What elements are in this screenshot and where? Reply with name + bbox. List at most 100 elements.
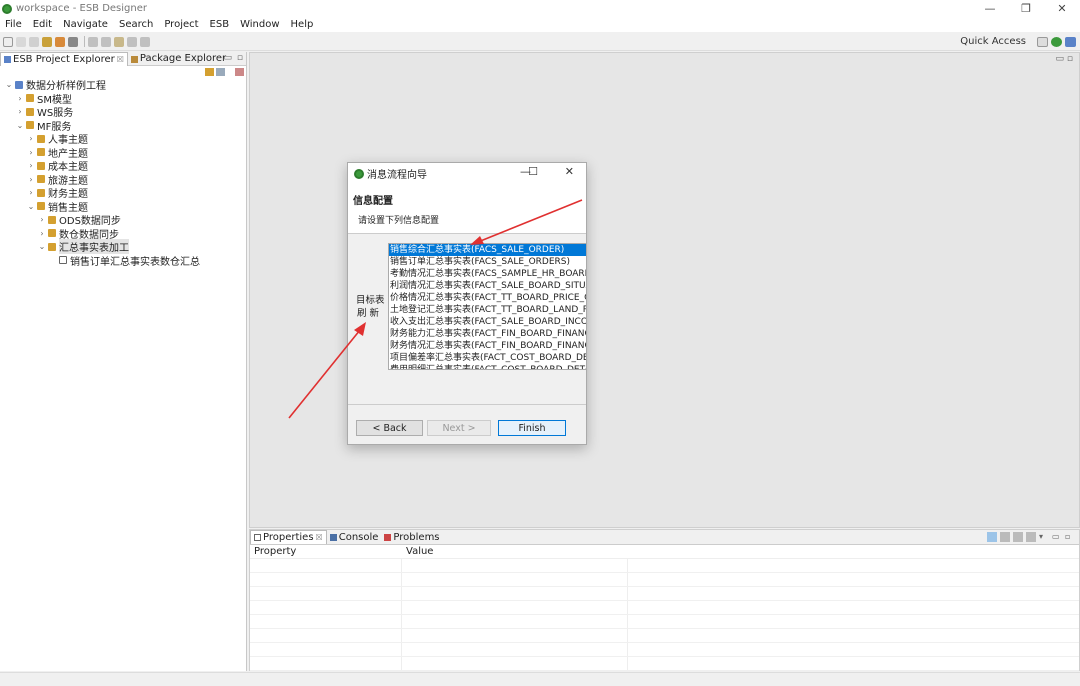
next-button[interactable]: Next > xyxy=(427,420,491,436)
minimize-button[interactable]: — xyxy=(972,0,1008,17)
menu-navigate[interactable]: Navigate xyxy=(58,19,114,30)
close-window-button[interactable]: ✕ xyxy=(1044,0,1080,17)
main-toolbar: Quick Access xyxy=(0,33,1080,51)
maximize-button[interactable]: ❐ xyxy=(1008,0,1044,17)
back-button[interactable]: < Back xyxy=(356,420,423,436)
tree-node[interactable]: › 旅游主题 xyxy=(0,173,246,187)
tree-node[interactable]: ⌄ 销售主题 xyxy=(0,200,246,214)
list-item[interactable]: 考勤情况汇总事实表(FACS_SAMPLE_HR_BOARD xyxy=(389,268,586,280)
link-editor-icon[interactable] xyxy=(205,68,214,76)
tree-node[interactable]: ⌄ 汇总事实表加工 xyxy=(0,239,246,255)
perspective-icon[interactable] xyxy=(1037,37,1048,47)
menu-window[interactable]: Window xyxy=(235,19,285,30)
tree-node[interactable]: 销售订单汇总事实表数仓汇总 xyxy=(0,254,246,268)
categories-icon[interactable] xyxy=(987,532,997,542)
list-item[interactable]: 利润情况汇总事实表(FACT_SALE_BOARD_SITUA xyxy=(389,280,586,292)
list-item[interactable]: 项目偏差率汇总事实表(FACT_COST_BOARD_DEV xyxy=(389,352,586,364)
build-icon[interactable] xyxy=(55,36,65,47)
tab-package-explorer[interactable]: Package Explorer xyxy=(128,52,229,66)
list-item[interactable]: 销售综合汇总事实表(FACS_SALE_ORDER) xyxy=(389,244,586,256)
editor-view-controls[interactable]: ▭ ▫ xyxy=(1056,54,1073,64)
menu-edit[interactable]: Edit xyxy=(28,19,58,30)
maximize-view-icon[interactable]: ▫ xyxy=(1065,532,1075,542)
wizard-footer: < Back Next > Finish xyxy=(348,404,586,444)
collapsed-chevron-icon[interactable]: › xyxy=(15,107,25,116)
tab-console[interactable]: Console xyxy=(327,530,382,544)
target-table-list[interactable]: 销售综合汇总事实表(FACS_SALE_ORDER) 销售订单汇总事实表(FACS… xyxy=(388,243,587,370)
new-icon[interactable] xyxy=(3,36,13,47)
esb-perspective-icon[interactable] xyxy=(1051,37,1062,47)
tree-node[interactable]: › SM模型 xyxy=(0,92,246,106)
dialog-maximize-button[interactable]: ☐ xyxy=(528,165,538,178)
list-item[interactable]: 财务能力汇总事实表(FACT_FIN_BOARD_FINANC xyxy=(389,328,586,340)
collapsed-chevron-icon[interactable]: › xyxy=(26,161,36,170)
console-icon xyxy=(329,533,337,541)
next-annotation-icon[interactable] xyxy=(88,36,98,47)
collapsed-chevron-icon[interactable]: › xyxy=(26,134,36,143)
collapsed-chevron-icon[interactable]: › xyxy=(37,229,47,238)
back-icon[interactable] xyxy=(127,36,137,47)
restore-default-icon[interactable] xyxy=(1026,532,1036,542)
menu-help[interactable]: Help xyxy=(286,19,320,30)
tree-node[interactable]: › 数仓数据同步 xyxy=(0,227,246,241)
java-perspective-icon[interactable] xyxy=(1065,37,1076,47)
run-icon[interactable] xyxy=(68,36,78,47)
open-folder-icon[interactable] xyxy=(42,36,52,47)
tab-label: ESB Project Explorer xyxy=(13,53,115,65)
collapsed-chevron-icon[interactable]: › xyxy=(15,94,25,103)
tree-node[interactable]: › 成本主题 xyxy=(0,159,246,173)
view-menu-icon[interactable] xyxy=(235,68,244,76)
collapse-all-icon[interactable] xyxy=(216,68,225,76)
list-item[interactable]: 价格情况汇总事实表(FACT_TT_BOARD_PRICE_C xyxy=(389,292,586,304)
tree-node[interactable]: › WS服务 xyxy=(0,105,246,119)
refresh-button[interactable]: 刷 新 xyxy=(357,305,379,319)
list-item[interactable]: 土地登记汇总事实表(FACT_TT_BOARD_LAND_R xyxy=(389,304,586,316)
close-icon[interactable]: ☒ xyxy=(316,530,323,545)
menu-esb[interactable]: ESB xyxy=(205,19,236,30)
tab-esb-project-explorer[interactable]: ESB Project Explorer ☒ xyxy=(0,52,128,66)
properties-row xyxy=(250,559,1079,573)
collapsed-chevron-icon[interactable]: › xyxy=(26,148,36,157)
expanded-chevron-icon[interactable]: ⌄ xyxy=(4,80,14,89)
tree-node[interactable]: ⌄ 数据分析样例工程 xyxy=(0,78,246,92)
forward-icon[interactable] xyxy=(140,36,150,47)
expanded-chevron-icon[interactable]: ⌄ xyxy=(26,202,36,211)
prev-annotation-icon[interactable] xyxy=(101,36,111,47)
collapsed-chevron-icon[interactable]: › xyxy=(26,188,36,197)
expanded-chevron-icon[interactable]: ⌄ xyxy=(37,242,47,251)
expanded-chevron-icon[interactable]: ⌄ xyxy=(15,121,25,130)
list-item[interactable]: 销售订单汇总事实表(FACS_SALE_ORDERS) xyxy=(389,256,586,268)
filter-icon[interactable] xyxy=(1000,532,1010,542)
tree-node[interactable]: › 地产主题 xyxy=(0,146,246,160)
minimize-view-icon[interactable]: ▭ xyxy=(1052,532,1062,542)
menu-search[interactable]: Search xyxy=(114,19,159,30)
list-item[interactable]: 费用明细汇总事实表(FACT_COST_BOARD_DETA xyxy=(389,364,586,369)
property-cell xyxy=(250,629,402,642)
value-cell xyxy=(402,601,628,614)
finish-button[interactable]: Finish xyxy=(498,420,566,436)
save-icon[interactable] xyxy=(16,36,26,47)
tab-problems[interactable]: Problems xyxy=(381,530,442,544)
list-item[interactable]: 收入支出汇总事实表(FACT_SALE_BOARD_INCOI xyxy=(389,316,586,328)
list-item[interactable]: 财务情况汇总事实表(FACT_FIN_BOARD_FINANC xyxy=(389,340,586,352)
advanced-icon[interactable] xyxy=(1013,532,1023,542)
tree-node[interactable]: › 人事主题 xyxy=(0,132,246,146)
quick-access-field[interactable]: Quick Access xyxy=(958,36,1028,47)
menu-project[interactable]: Project xyxy=(159,19,204,30)
menu-file[interactable]: File xyxy=(0,19,28,30)
tree-node[interactable]: › ODS数据同步 xyxy=(0,213,246,227)
collapsed-chevron-icon[interactable]: › xyxy=(26,175,36,184)
collapsed-chevron-icon[interactable]: › xyxy=(37,215,47,224)
tree-node[interactable]: ⌄ MF服务 xyxy=(0,119,246,133)
minimize-view-icon[interactable]: ▭ xyxy=(223,53,232,63)
tree-node[interactable]: › 财务主题 xyxy=(0,186,246,200)
save-all-icon[interactable] xyxy=(29,36,39,47)
maximize-view-icon[interactable]: ▫ xyxy=(237,53,243,63)
close-icon[interactable]: ☒ xyxy=(117,53,124,67)
dialog-close-button[interactable]: ✕ xyxy=(565,165,574,178)
folder-icon xyxy=(26,121,34,130)
last-edit-icon[interactable] xyxy=(114,36,124,47)
menu-bar: File Edit Navigate Search Project ESB Wi… xyxy=(0,17,1080,32)
tab-properties[interactable]: Properties ☒ xyxy=(250,530,327,544)
view-menu-icon[interactable]: ▾ xyxy=(1039,532,1049,542)
